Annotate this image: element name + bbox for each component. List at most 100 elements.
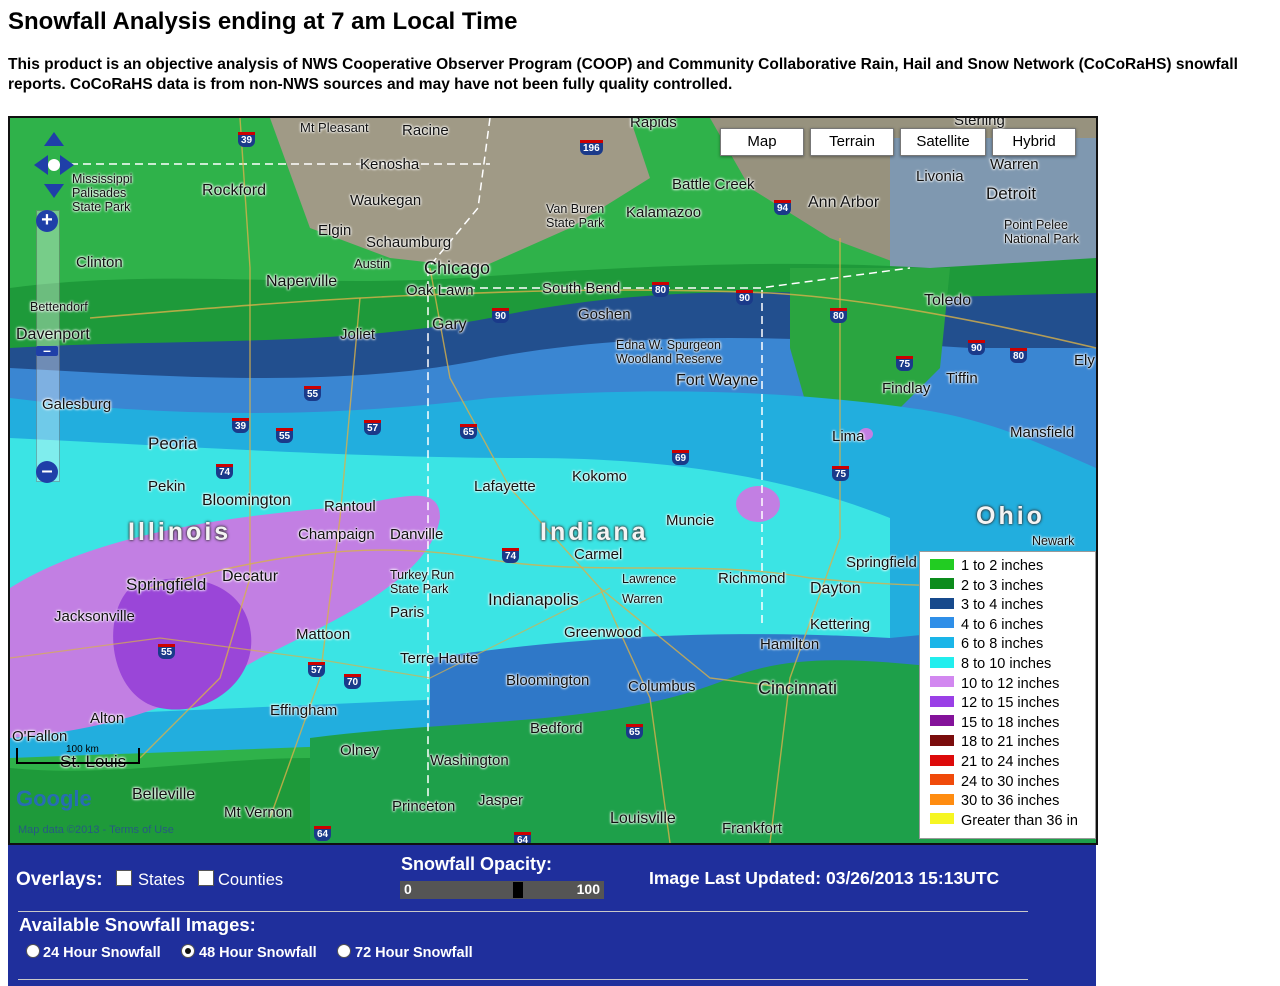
legend-label: 15 to 18 inches — [961, 714, 1060, 731]
city-label: Livonia — [916, 168, 964, 185]
opacity-min: 0 — [404, 881, 412, 897]
map-type-terrain[interactable]: Terrain — [810, 128, 894, 156]
park-label: Edna W. Spurgeon Woodland Reserve — [616, 338, 723, 366]
city-label: Bettendorf — [30, 300, 88, 314]
city-label: Lafayette — [474, 478, 536, 495]
highway-shield: 75 — [896, 356, 914, 371]
states-checkbox-label[interactable]: States — [138, 871, 185, 890]
city-label: O'Fallon — [12, 728, 68, 745]
radio-48-hour-label[interactable]: 48 Hour Snowfall — [199, 945, 317, 961]
legend-label: 12 to 15 inches — [961, 695, 1060, 712]
city-label: Tiffin — [946, 370, 978, 387]
highway-shield: 69 — [672, 450, 690, 465]
legend-label: 6 to 8 inches — [961, 636, 1044, 653]
highway-shield: 55 — [158, 644, 176, 659]
highway-shield: 90 — [736, 290, 754, 305]
city-label: Kenosha — [360, 156, 420, 173]
city-label: Racine — [402, 122, 449, 139]
counties-checkbox-label[interactable]: Counties — [218, 871, 283, 890]
city-label: Washington — [430, 752, 509, 769]
image-last-updated: Image Last Updated: 03/26/2013 15:13UTC — [649, 868, 1000, 888]
snowfall-legend: 1 to 2 inches 2 to 3 inches 3 to 4 inches 4… — [919, 551, 1096, 839]
opacity-slider[interactable]: 0 100 — [400, 881, 604, 899]
city-label: Warren — [622, 592, 663, 606]
available-images-label: Available Snowfall Images: — [19, 914, 256, 935]
city-label: Springfield — [126, 575, 207, 594]
highway-shield: 74 — [216, 464, 234, 479]
legend-label: 30 to 36 inches — [961, 793, 1060, 810]
city-label: Rantoul — [324, 498, 376, 515]
city-label: Oak Lawn — [406, 282, 474, 299]
city-label: Champaign — [298, 526, 375, 543]
zoom-in-button[interactable]: + — [36, 210, 58, 232]
city-label: Davenport — [16, 326, 90, 343]
highway-shield: 80 — [652, 282, 670, 297]
zoom-out-button[interactable]: – — [36, 461, 58, 483]
city-label: Greenwood — [564, 624, 642, 641]
pan-control[interactable] — [34, 132, 74, 198]
legend-swatch — [930, 695, 954, 707]
city-label: Cincinnati — [758, 678, 838, 698]
radio-48-hour[interactable] — [181, 944, 195, 958]
counties-checkbox[interactable] — [198, 870, 214, 886]
highway-shield: 74 — [502, 548, 520, 563]
legend-item: 24 to 30 inches — [930, 773, 1059, 792]
highway-shield: 55 — [304, 386, 322, 401]
state-label-illinois: Illinois — [128, 518, 232, 546]
map-scale-label: 100 km — [66, 744, 99, 755]
city-label: Hamilton — [760, 636, 820, 653]
legend-swatch — [930, 793, 954, 805]
city-label: Lima — [832, 428, 865, 445]
terms-of-use-link[interactable]: Map data ©2013 - Terms of Use — [18, 824, 174, 836]
highway-shield: 75 — [832, 466, 850, 481]
city-label: Dayton — [810, 580, 861, 597]
park-label: Turkey Run State Park — [390, 568, 455, 596]
legend-label: 3 to 4 inches — [961, 597, 1044, 614]
city-label: Warren — [990, 156, 1039, 173]
city-label: Kettering — [810, 616, 871, 633]
legend-label: 1 to 2 inches — [961, 558, 1044, 574]
radio-24-hour[interactable] — [26, 944, 40, 958]
state-label-ohio: Ohio — [976, 502, 1045, 530]
legend-item: 15 to 18 inches — [930, 714, 1059, 733]
city-label: Rockford — [202, 182, 267, 199]
states-checkbox[interactable] — [116, 870, 132, 886]
city-label: Belleville — [132, 786, 196, 803]
map-type-hybrid[interactable]: Hybrid — [992, 128, 1076, 156]
highway-shield: 64 — [314, 826, 332, 841]
legend-swatch — [930, 617, 954, 629]
legend-swatch — [930, 754, 954, 766]
legend-label: 24 to 30 inches — [961, 773, 1060, 790]
highway-shield: 70 — [344, 674, 362, 689]
map-type-satellite[interactable]: Satellite — [900, 128, 986, 156]
city-label: Newark — [1032, 534, 1075, 548]
opacity-slider-knob[interactable] — [513, 882, 523, 898]
legend-label: 21 to 24 inches — [961, 754, 1060, 770]
highway-shield: 90 — [492, 308, 510, 323]
city-label: Battle Creek — [672, 176, 755, 193]
snowfall-map[interactable]: Map Terrain Satellite Hybrid + – – Illin… — [8, 116, 1098, 845]
city-label: Rapids — [630, 116, 677, 131]
city-label: Carmel — [574, 546, 623, 563]
city-label: Findlay — [882, 380, 931, 397]
zoom-handle[interactable]: – — [36, 343, 58, 357]
radio-24-hour-label[interactable]: 24 Hour Snowfall — [43, 945, 161, 961]
legend-item: 10 to 12 inches — [930, 675, 1059, 694]
city-label: Kokomo — [572, 468, 628, 485]
city-label: Schaumburg — [366, 234, 452, 251]
legend-item: 21 to 24 inches — [930, 753, 1059, 772]
city-label: Indianapolis — [488, 590, 579, 609]
city-label: Paris — [390, 604, 425, 621]
city-label: Mt Vernon — [224, 804, 293, 821]
legend-swatch — [930, 735, 954, 747]
radio-72-hour-label[interactable]: 72 Hour Snowfall — [355, 945, 473, 961]
map-type-map[interactable]: Map — [720, 128, 804, 156]
legend-label: Greater than 36 in — [961, 812, 1078, 829]
highway-shield: 80 — [830, 308, 848, 323]
legend-item: 30 to 36 inches — [930, 792, 1059, 811]
legend-swatch — [930, 774, 954, 786]
highway-shield: 65 — [626, 724, 644, 739]
google-logo[interactable]: Google — [16, 786, 92, 812]
city-label: Alton — [90, 710, 125, 727]
radio-72-hour[interactable] — [337, 944, 351, 958]
